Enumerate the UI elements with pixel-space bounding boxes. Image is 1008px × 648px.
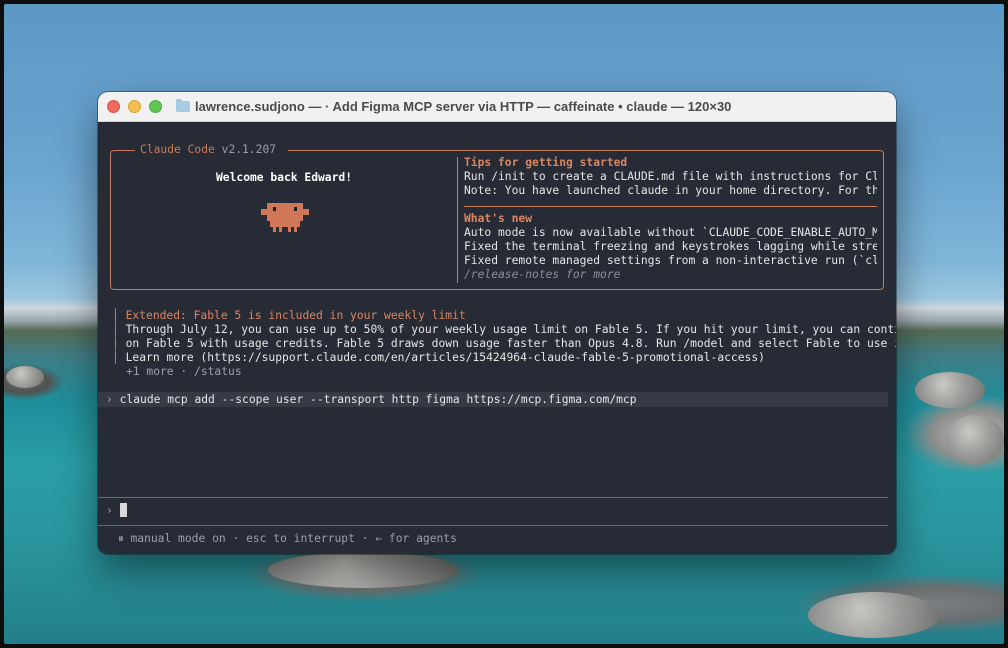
whats-new-line: Fixed remote managed settings from a non…	[464, 254, 877, 267]
wallpaper-rock	[808, 592, 940, 638]
notice-line: Through July 12, you can use up to 50% o…	[125, 323, 896, 336]
command-prompt: ›	[106, 393, 113, 406]
tip-line: Note: You have launched claude in your h…	[464, 184, 877, 197]
input-divider-top	[98, 497, 888, 498]
folder-icon	[176, 99, 190, 112]
notice-more: +1 more · /status	[126, 365, 242, 378]
notice-line: on Fable 5 with usage credits. Fable 5 d…	[125, 337, 896, 350]
notice-row: │ on Fable 5 with usage credits. Fable 5…	[112, 337, 896, 351]
claude-mascot-icon	[261, 203, 309, 232]
whats-new-line: Auto mode is now available without `CLAU…	[464, 226, 877, 239]
wallpaper-rock	[915, 372, 985, 408]
whats-new-heading: What's new	[464, 212, 533, 225]
notice-heading: Extended: Fable 5 is included in your we…	[125, 309, 466, 322]
app-name: Claude Code	[140, 143, 215, 156]
command-text: claude mcp add --scope user --transport …	[119, 393, 637, 406]
text-cursor	[120, 503, 127, 517]
input-prompt: ›	[106, 504, 113, 517]
tips-heading: Tips for getting started	[464, 156, 628, 169]
whats-new-line: Fixed the terminal freezing and keystrok…	[464, 240, 877, 253]
box-divider-horizontal	[464, 206, 877, 207]
window-title: lawrence.sudjono — · Add Figma MCP serve…	[195, 99, 732, 114]
welcome-message: Welcome back Edward!	[215, 171, 353, 184]
zoom-button[interactable]	[149, 100, 162, 113]
command-line: › claude mcp add --scope user --transpor…	[106, 393, 637, 407]
wallpaper-rock	[946, 415, 1004, 465]
box-divider-vertical	[457, 157, 458, 283]
learn-more-link[interactable]: Learn more (https://support.claude.com/e…	[126, 351, 765, 364]
tip-line: Run /init to create a CLAUDE.md file wit…	[464, 170, 877, 183]
window-controls	[107, 100, 162, 113]
welcome-box: Claude Code v2.1.207 Welcome back Edward…	[110, 143, 884, 290]
input-divider-bottom	[98, 525, 888, 526]
notice-row: │ Through July 12, you can use up to 50%…	[112, 323, 896, 337]
box-title: Claude Code v2.1.207	[135, 143, 288, 157]
status-bar: ⏸ manual mode on · esc to interrupt · ← …	[118, 532, 457, 545]
minimize-button[interactable]	[128, 100, 141, 113]
input-row[interactable]: ›	[106, 504, 120, 518]
app-version: v2.1.207	[221, 143, 277, 156]
wallpaper-rock	[6, 366, 44, 388]
release-notes-hint: /release-notes for more	[464, 268, 621, 281]
title-bar[interactable]: lawrence.sudjono — · Add Figma MCP serve…	[98, 92, 896, 122]
notice-heading-row: │ Extended: Fable 5 is included in your …	[112, 309, 466, 322]
wallpaper-rock	[268, 552, 458, 588]
close-button[interactable]	[107, 100, 120, 113]
terminal-window: lawrence.sudjono — · Add Figma MCP serve…	[98, 92, 896, 554]
notice-row: │ Learn more (https://support.claude.com…	[112, 351, 765, 364]
terminal-content[interactable]: Claude Code v2.1.207 Welcome back Edward…	[98, 122, 896, 554]
